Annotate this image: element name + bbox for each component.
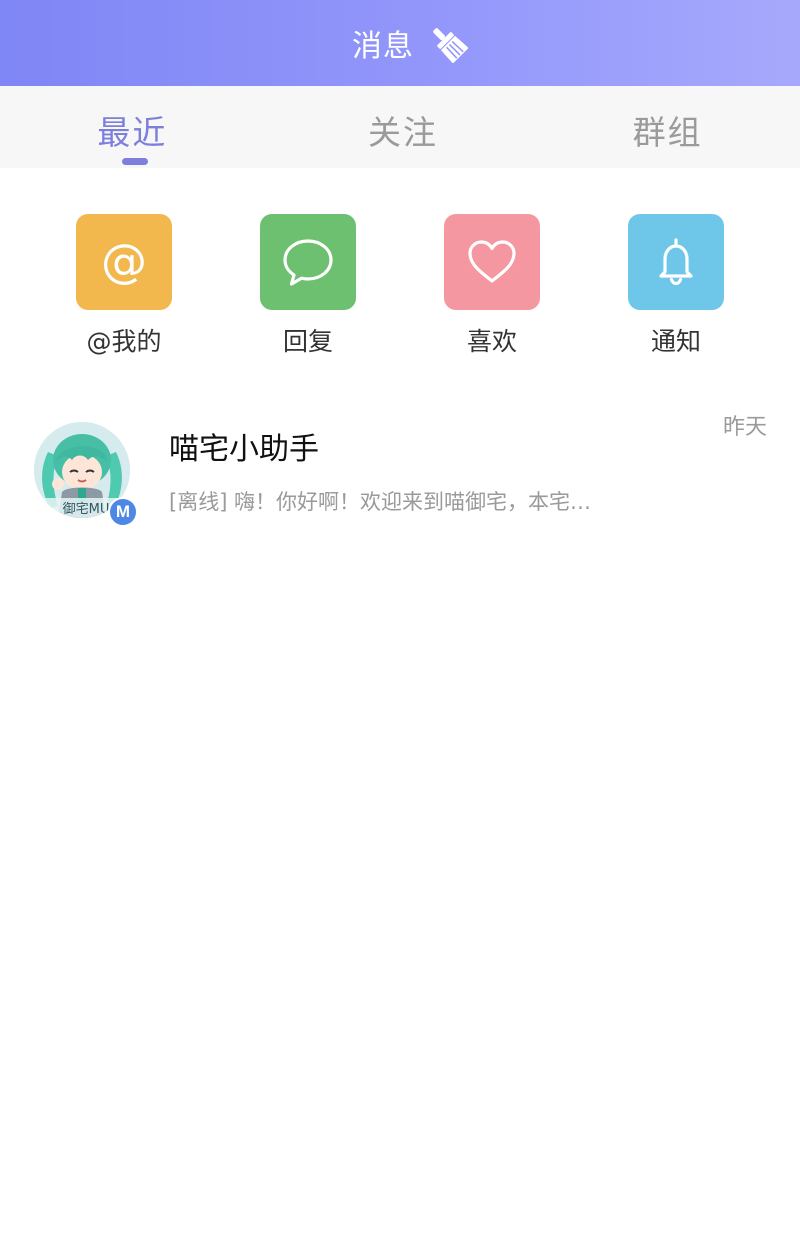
quick-action-label: 回复 xyxy=(282,327,333,356)
quick-action-notifications[interactable]: 通知 xyxy=(606,214,746,358)
heart-icon xyxy=(468,240,516,283)
chat-bubble-icon xyxy=(283,239,333,286)
quick-action-label: 通知 xyxy=(650,327,701,356)
header-title-group: 消息 xyxy=(352,21,468,65)
likes-tile xyxy=(444,214,540,310)
tab-label: 关注 xyxy=(368,113,438,152)
tab-groups[interactable]: 群组 xyxy=(535,86,800,168)
notifications-tile xyxy=(628,214,724,310)
quick-action-mentions[interactable]: @ @我的 xyxy=(54,214,194,358)
conversation-name: 喵宅小助手 xyxy=(169,432,319,467)
conversation-item[interactable]: 御宅MU M 喵宅小助手 昨天 [离线] 嗨！你好啊！欢迎来到喵御宅，本宅… xyxy=(0,400,800,535)
svg-text:@: @ xyxy=(101,234,147,288)
mentions-tile: @ xyxy=(76,214,172,310)
quick-action-replies[interactable]: 回复 xyxy=(238,214,378,358)
avatar-caption: 御宅MU xyxy=(63,502,110,517)
active-tab-indicator xyxy=(122,158,149,165)
conversation-preview: [离线] 嗨！你好啊！欢迎来到喵御宅，本宅… xyxy=(169,490,592,514)
bell-icon xyxy=(659,238,693,286)
official-badge: M xyxy=(108,497,138,527)
top-header: 消息 xyxy=(0,0,800,86)
quick-action-label: @我的 xyxy=(86,327,162,356)
quick-action-label: 喜欢 xyxy=(466,327,517,356)
tab-bar: 最近 关注 群组 xyxy=(0,86,800,168)
quick-action-likes[interactable]: 喜欢 xyxy=(422,214,562,358)
tab-label: 群组 xyxy=(632,113,703,152)
conversation-time: 昨天 xyxy=(722,415,767,440)
at-icon: @ xyxy=(101,234,147,288)
page-title: 消息 xyxy=(352,29,414,64)
replies-tile xyxy=(260,214,356,310)
broom-icon[interactable] xyxy=(428,23,468,63)
tab-recent[interactable]: 最近 xyxy=(0,86,271,168)
quick-actions: @ @我的 回复 喜欢 通知 xyxy=(0,214,800,364)
tab-following[interactable]: 关注 xyxy=(271,86,536,168)
